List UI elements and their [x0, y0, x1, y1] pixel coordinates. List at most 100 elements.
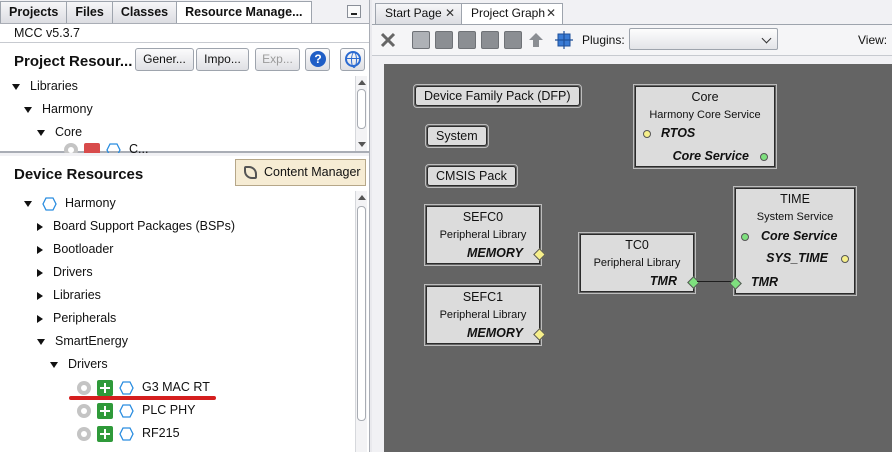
scroll-thumb[interactable] [357, 89, 366, 129]
memory-port: MEMORY [466, 326, 523, 340]
sefc0-node[interactable]: SEFC0 Peripheral Library MEMORY [424, 204, 546, 266]
help-button[interactable]: ? [305, 48, 330, 71]
hexagon-icon [42, 197, 57, 211]
project-resources-scrollbar[interactable] [355, 76, 367, 151]
device-resources-scrollbar[interactable] [355, 191, 367, 452]
scroll-thumb[interactable] [357, 206, 366, 421]
memory-port-icon[interactable] [533, 248, 546, 261]
expanded-arrow-icon[interactable] [37, 129, 45, 136]
sefc1-node[interactable]: SEFC1 Peripheral Library MEMORY [424, 284, 546, 346]
add-component-icon[interactable] [97, 402, 113, 419]
node-subtitle: Peripheral Library [439, 309, 527, 321]
cmsis-pack-node[interactable]: CMSIS Pack [425, 164, 518, 188]
expanded-arrow-icon[interactable] [12, 83, 20, 90]
rtos-port-icon[interactable] [643, 130, 651, 138]
tree-item-smartenergy[interactable]: SmartEnergy [37, 331, 128, 351]
list-item[interactable]: G3 MAC RT [77, 377, 210, 397]
tmr-port-icon[interactable] [729, 277, 742, 290]
help-icon: ? [310, 51, 326, 67]
highlight-underline [69, 396, 216, 400]
tab-project-graph[interactable]: Project Graph ✕ [461, 3, 563, 24]
container-icon[interactable] [435, 31, 453, 49]
tree-item-se-drivers[interactable]: Drivers [50, 354, 108, 374]
collapsed-arrow-icon[interactable] [37, 222, 43, 231]
add-container-icon[interactable] [412, 31, 430, 49]
tree-item-peripherals[interactable]: Peripherals [37, 308, 116, 328]
expanded-arrow-icon[interactable] [50, 361, 58, 368]
settings-icon [64, 142, 78, 153]
expanded-arrow-icon[interactable] [37, 338, 45, 345]
close-icon[interactable]: ✕ [546, 4, 556, 23]
tab-resource-management[interactable]: Resource Manage... [176, 1, 312, 23]
move-into-container-icon[interactable] [458, 31, 476, 49]
scroll-up-icon[interactable] [358, 80, 366, 85]
left-tab-bar: Projects Files Classes Resource Manage..… [0, 0, 312, 23]
add-component-icon[interactable] [97, 425, 113, 442]
mcc-version-bar: MCC v5.3.7 [0, 23, 369, 43]
tree-item-core[interactable]: Core [37, 122, 82, 142]
settings-icon [77, 426, 91, 441]
system-node[interactable]: System [425, 124, 489, 148]
sys-time-port-icon[interactable] [841, 255, 849, 263]
scroll-down-icon[interactable] [358, 142, 366, 147]
project-resources-panel: Project Resour... Gener... Impo... Exp..… [0, 43, 369, 153]
node-subtitle: Peripheral Library [593, 257, 681, 269]
export-button[interactable]: Exp... [255, 48, 300, 71]
tree-item-harmony[interactable]: Harmony [24, 99, 93, 119]
generate-button[interactable]: Gener... [135, 48, 194, 71]
remove-icon[interactable] [84, 142, 100, 153]
tree-item-libraries[interactable]: Libraries [37, 285, 101, 305]
delete-icon[interactable] [379, 31, 397, 49]
tab-classes[interactable]: Classes [111, 1, 178, 23]
tc0-node[interactable]: TC0 Peripheral Library TMR [578, 232, 700, 294]
collapsed-arrow-icon[interactable] [37, 291, 43, 300]
remove-from-container-icon[interactable] [481, 31, 499, 49]
connection-line [697, 281, 732, 282]
rtos-port: RTOS [661, 126, 696, 140]
hexagon-icon [119, 427, 134, 441]
web-button[interactable] [340, 48, 365, 71]
node-subtitle: System Service [756, 211, 834, 223]
minimize-icon[interactable] [347, 5, 361, 18]
node-title: SEFC0 [462, 210, 504, 224]
list-item[interactable]: PLC PHY [77, 400, 196, 420]
core-service-port-icon[interactable] [760, 153, 768, 161]
collapsed-arrow-icon[interactable] [37, 245, 43, 254]
memory-port-icon[interactable] [533, 328, 546, 341]
expanded-arrow-icon[interactable] [24, 106, 32, 113]
tree-item-harmony[interactable]: Harmony [24, 193, 116, 213]
mcc-version: MCC v5.3.7 [14, 26, 80, 40]
core-service-port: Core Service [672, 149, 749, 163]
tree-item-bsp[interactable]: Board Support Packages (BSPs) [37, 216, 235, 236]
tree-item-drivers[interactable]: Drivers [37, 262, 93, 282]
dfp-node[interactable]: Device Family Pack (DFP) [413, 84, 582, 108]
list-item[interactable]: RF215 [77, 423, 180, 443]
fit-view-icon[interactable] [555, 31, 573, 49]
plugins-dropdown[interactable] [629, 28, 778, 50]
tab-projects[interactable]: Projects [0, 1, 68, 23]
import-button[interactable]: Impo... [196, 48, 249, 71]
project-graph-canvas[interactable]: Device Family Pack (DFP) System CMSIS Pa… [384, 64, 892, 452]
content-manager-button[interactable]: Content Manager [235, 159, 366, 186]
collapsed-arrow-icon[interactable] [37, 314, 43, 323]
tmr-port-icon[interactable] [687, 276, 700, 289]
close-icon[interactable]: ✕ [445, 4, 455, 23]
scroll-up-icon[interactable] [358, 195, 366, 200]
tab-files[interactable]: Files [66, 1, 113, 23]
tab-start-page[interactable]: Start Page ✕ [375, 3, 462, 24]
tree-item-core-component[interactable]: C... [64, 142, 148, 153]
sys-time-port: SYS_TIME [766, 251, 828, 265]
core-service-port-icon[interactable] [741, 233, 749, 241]
tree-item-libraries[interactable]: Libraries [12, 76, 78, 96]
tmr-port: TMR [751, 275, 779, 289]
up-arrow-icon[interactable] [527, 31, 545, 49]
time-node[interactable]: TIME System Service Core Service SYS_TIM… [729, 186, 857, 296]
collapsed-arrow-icon[interactable] [37, 268, 43, 277]
pin-icon[interactable] [504, 31, 522, 49]
core-node[interactable]: Core Harmony Core Service RTOS Core Serv… [633, 84, 777, 169]
expanded-arrow-icon[interactable] [24, 200, 32, 207]
add-component-icon[interactable] [97, 379, 113, 396]
tree-item-bootloader[interactable]: Bootloader [37, 239, 113, 259]
memory-port: MEMORY [466, 246, 523, 260]
node-title: TIME [780, 192, 810, 206]
